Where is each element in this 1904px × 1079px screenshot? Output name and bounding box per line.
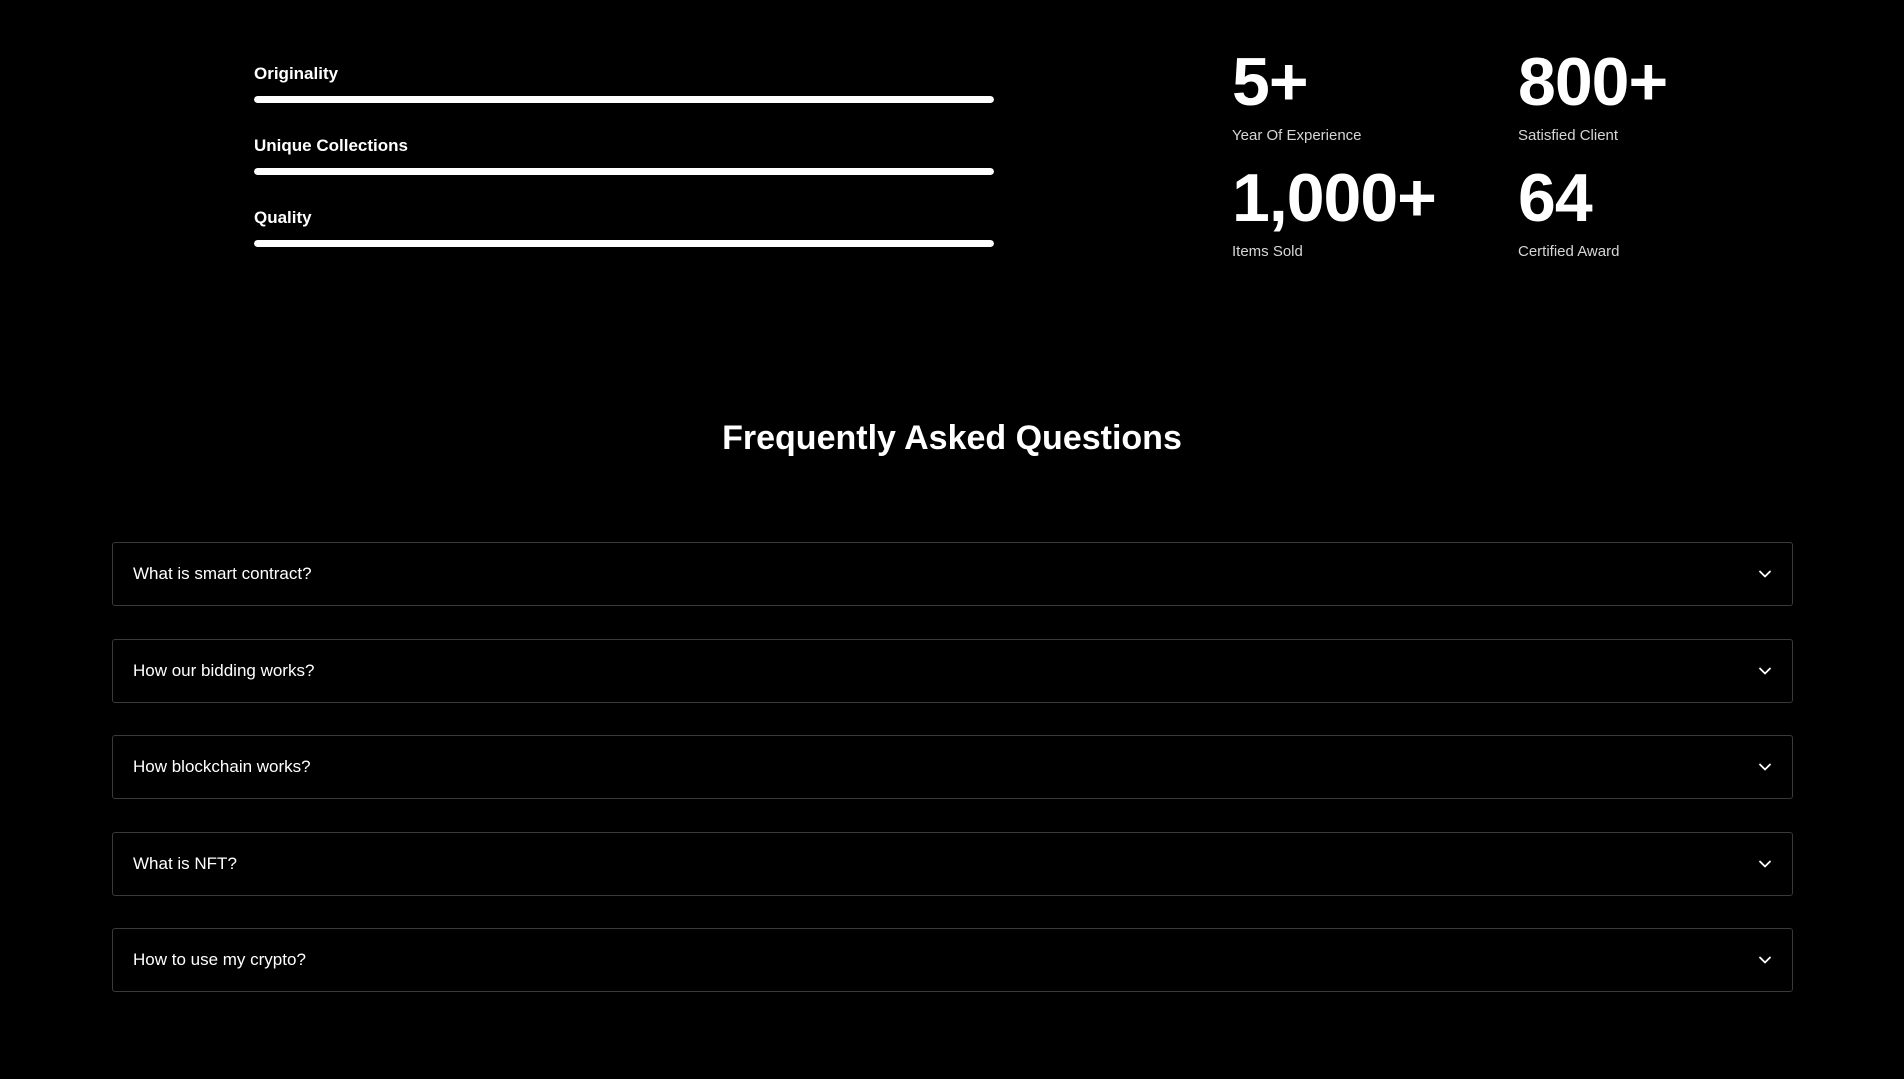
faq-question: What is smart contract? [133, 564, 312, 583]
stat-experience: 5+ Year Of Experience [1232, 44, 1518, 146]
skill-progress-fill [254, 168, 994, 175]
stat-value: 5+ [1232, 44, 1309, 120]
stat-awards: 64 Certified Award [1518, 160, 1668, 262]
stat-clients: 800+ Satisfied Client [1518, 44, 1668, 146]
chevron-down-icon[interactable] [1758, 857, 1772, 871]
skill-unique-collections: Unique Collections [254, 134, 994, 206]
faq-list: What is smart contract? How our bidding … [112, 542, 1793, 1025]
faq-question: How our bidding works? [133, 660, 315, 680]
stat-value: 1,000+ [1232, 160, 1437, 236]
stat-label: Certified Award [1518, 243, 1620, 260]
stat-label: Items Sold [1232, 243, 1303, 260]
chevron-down-icon[interactable] [1758, 664, 1772, 678]
stat-value: 800+ [1518, 44, 1668, 120]
stat-label: Year Of Experience [1232, 127, 1362, 144]
chevron-down-icon[interactable] [1758, 953, 1772, 967]
skill-label: Unique Collections [254, 136, 408, 155]
chevron-down-icon[interactable] [1758, 760, 1772, 774]
skill-label: Quality [254, 208, 312, 227]
page: Originality Unique Collections Quality 5… [0, 0, 1904, 1079]
faq-question: What is NFT? [133, 853, 237, 873]
skill-label: Originality [254, 64, 339, 83]
skill-originality: Originality [254, 62, 994, 134]
chevron-down-icon[interactable] [1758, 567, 1772, 581]
faq-item-blockchain[interactable]: How blockchain works? [112, 735, 1793, 799]
faq-item-smart-contract[interactable]: What is smart contract? [112, 542, 1793, 606]
skill-progress-fill [254, 240, 994, 247]
skill-progress-track [254, 96, 994, 103]
faq-question: How blockchain works? [133, 757, 311, 776]
faq-item-crypto[interactable]: How to use my crypto? [112, 928, 1793, 992]
stat-value: 64 [1518, 160, 1593, 236]
stat-items-sold: 1,000+ Items Sold [1232, 160, 1518, 262]
stats-section: 5+ Year Of Experience 800+ Satisfied Cli… [1232, 44, 1668, 262]
skill-quality: Quality [254, 206, 994, 278]
skill-progress-fill [254, 96, 994, 103]
stat-label: Satisfied Client [1518, 127, 1619, 144]
faq-item-bidding[interactable]: How our bidding works? [112, 638, 1793, 703]
skill-progress-track [254, 240, 994, 247]
skill-progress-track [254, 168, 994, 175]
faq-question: How to use my crypto? [133, 950, 306, 969]
faq-title: Frequently Asked Questions [722, 419, 1182, 457]
skills-section: Originality Unique Collections Quality [254, 62, 994, 278]
faq-item-nft[interactable]: What is NFT? [112, 831, 1793, 896]
